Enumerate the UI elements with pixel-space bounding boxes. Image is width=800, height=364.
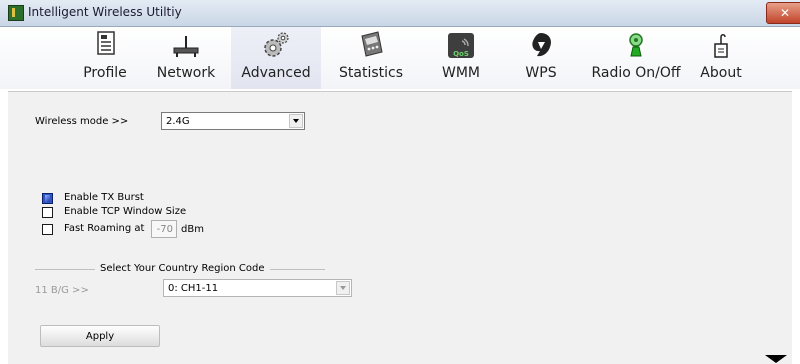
close-button[interactable]: ✕ [766, 2, 800, 24]
apply-button[interactable]: Apply [40, 325, 160, 347]
country-region-value: 0: CH1-11 [168, 283, 219, 294]
tab-wps[interactable]: WPS [501, 27, 581, 89]
tab-wps-label: WPS [525, 65, 557, 81]
fast-roaming-unit: dBm [181, 224, 204, 235]
fast-roaming-threshold-input[interactable]: -70 [151, 220, 177, 238]
tab-about[interactable]: About [691, 27, 751, 89]
fast-roaming-label: Fast Roaming at [64, 223, 145, 234]
advanced-panel: Wireless mode >> 2.4G Enable TX Burst En… [8, 91, 792, 364]
tab-network-label: Network [156, 65, 216, 81]
wireless-mode-label: Wireless mode >> [35, 116, 129, 127]
country-region-heading: Select Your Country Region Code [100, 263, 265, 274]
toolbar: Profile Network Advanced Statistics QoS … [0, 27, 800, 89]
tx-burst-label: Enable TX Burst [64, 192, 144, 203]
tab-network[interactable]: Network [141, 27, 231, 89]
app-icon [8, 5, 24, 21]
title-bar: Intelligent Wireless Utiltiy ✕ [0, 0, 800, 27]
divider-left [35, 269, 95, 270]
tab-about-label: About [700, 65, 742, 81]
tab-statistics-label: Statistics [339, 65, 403, 81]
tab-advanced[interactable]: Advanced [231, 27, 321, 89]
radio-icon [629, 33, 643, 57]
profile-icon [97, 31, 115, 55]
statistics-icon [361, 31, 383, 57]
tab-radio-on-off[interactable]: Radio On/Off [581, 27, 691, 89]
tcp-window-checkbox[interactable] [42, 207, 53, 218]
chevron-down-icon[interactable] [336, 281, 350, 295]
tab-wmm[interactable]: QoS WMM [421, 27, 501, 89]
band-label: 11 B/G >> [35, 285, 89, 296]
country-region-select[interactable]: 0: CH1-11 [163, 279, 352, 297]
window-title: Intelligent Wireless Utiltiy [28, 5, 182, 19]
tab-statistics[interactable]: Statistics [321, 27, 421, 89]
advanced-icon [264, 32, 289, 57]
tab-advanced-label: Advanced [241, 65, 311, 81]
chevron-down-icon[interactable] [289, 114, 303, 128]
divider-right [270, 269, 325, 270]
wireless-mode-value: 2.4G [166, 116, 190, 127]
wmm-icon: QoS [448, 33, 474, 58]
tab-profile[interactable]: Profile [55, 27, 155, 89]
about-icon [714, 34, 728, 58]
wireless-mode-select[interactable]: 2.4G [161, 112, 305, 130]
tab-radio-label: Radio On/Off [591, 65, 681, 81]
tcp-window-label: Enable TCP Window Size [64, 206, 187, 217]
expand-arrow-icon[interactable] [765, 355, 787, 363]
tab-profile-label: Profile [83, 65, 127, 81]
tx-burst-checkbox[interactable] [42, 193, 53, 204]
fast-roaming-checkbox[interactable] [42, 224, 53, 235]
wps-icon [532, 33, 551, 57]
wmm-icon-text: QoS [453, 50, 469, 58]
network-icon [173, 36, 199, 57]
tab-wmm-label: WMM [441, 65, 480, 81]
